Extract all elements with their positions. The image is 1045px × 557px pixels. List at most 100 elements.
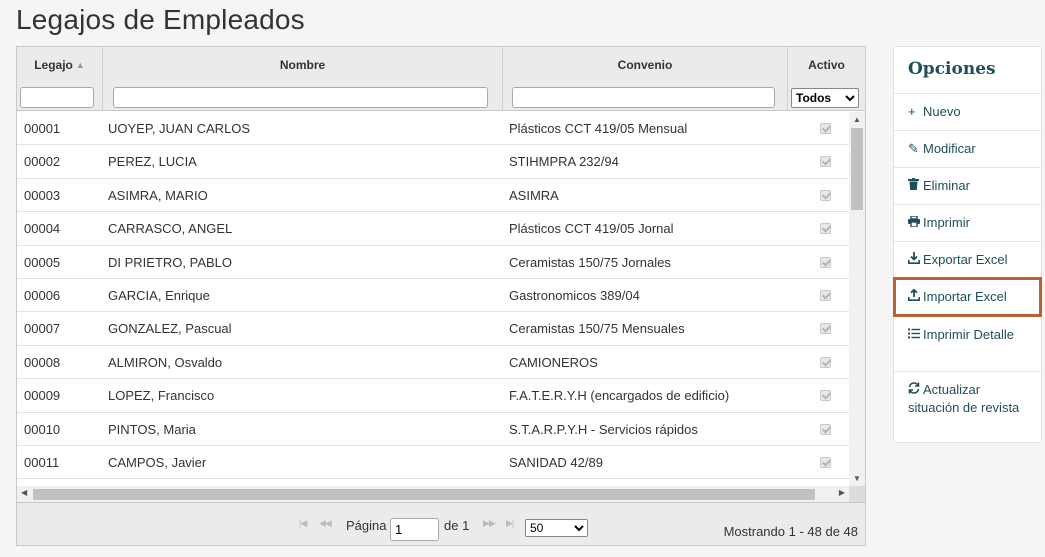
- nuevo-label: Nuevo: [923, 104, 961, 119]
- scrollbar-corner: [849, 486, 865, 502]
- table-row[interactable]: 00005 DI PRIETRO, PABLO Ceramistas 150/75 …: [17, 246, 849, 279]
- table-row[interactable]: 00004 CARRASCO, ANGEL Plásticos CCT 419/05…: [17, 212, 849, 246]
- column-activo-label: Activo: [808, 58, 845, 72]
- cell-nombre: ASIMRA, MARIO: [108, 187, 208, 203]
- activo-checkbox: [820, 290, 831, 301]
- cell-convenio: F.A.T.E.R.Y.H (encargados de edificio): [509, 388, 730, 404]
- cell-convenio: Ceramistas 150/75 Mensuales: [509, 321, 685, 337]
- actualizar-situacion-button[interactable]: Actualizar situación de revista: [894, 371, 1041, 442]
- cell-nombre: GARCIA, Enrique: [108, 288, 210, 303]
- filter-legajo-input[interactable]: [20, 87, 94, 108]
- activo-checkbox: [820, 189, 831, 201]
- eliminar-button[interactable]: Eliminar: [894, 167, 1041, 204]
- cell-nombre: PINTOS, Maria: [108, 421, 196, 437]
- table-row[interactable]: 00010 PINTOS, Maria S.T.A.R.P.Y.H - Servic…: [17, 413, 849, 446]
- activo-checkbox: [820, 156, 831, 168]
- cell-nombre: DI PRIETRO, PABLO: [108, 254, 233, 270]
- cell-convenio: Plásticos CCT 419/05 Jornal: [509, 221, 674, 237]
- cell-nombre: CAMPOS, Javier: [108, 455, 207, 470]
- cell-nombre: LOPEZ, Francisco: [108, 388, 215, 404]
- cell-nombre: UOYEP, JUAN CARLOS: [108, 121, 251, 136]
- imprimir-label: Imprimir: [923, 215, 970, 230]
- cell-convenio: CAMIONEROS: [509, 354, 598, 370]
- pencil-icon: ✎: [908, 141, 919, 156]
- vertical-scrollbar[interactable]: ▲︎ ▼︎: [849, 112, 865, 486]
- cell-convenio: Gastronomicos 389/04: [509, 288, 640, 303]
- importar-excel-label: Importar Excel: [923, 289, 1007, 304]
- cell-legajo: 00008: [24, 354, 61, 370]
- modificar-button[interactable]: ✎ Modificar: [894, 130, 1041, 167]
- page-of-label: de 1: [444, 518, 470, 533]
- table-row[interactable]: 00006 GARCIA, Enrique Gastronomicos 389/04: [17, 279, 849, 313]
- first-page-icon[interactable]: |◀︎: [299, 518, 307, 529]
- scroll-left-arrow-icon[interactable]: ◀︎: [21, 488, 27, 497]
- activo-checkbox: [820, 423, 831, 435]
- sort-icon[interactable]: ▲︎: [76, 60, 85, 70]
- grid-header: Legajo ▲︎ Nombre Convenio Activo Todos: [17, 47, 865, 111]
- vertical-scroll-thumb[interactable]: [851, 128, 863, 210]
- horizontal-scrollbar[interactable]: ◀︎ ▶︎: [17, 486, 849, 502]
- horizontal-scroll-thumb[interactable]: [33, 489, 815, 500]
- upload-icon: [908, 288, 923, 306]
- cell-nombre: GONZALEZ, Pascual: [108, 321, 232, 337]
- list-icon: [908, 326, 923, 344]
- grid-body: 00001 UOYEP, JUAN CARLOS Plásticos CCT 419…: [17, 112, 849, 486]
- filter-nombre-input[interactable]: [113, 87, 488, 108]
- column-legajo-label: Legajo: [34, 58, 73, 72]
- importar-excel-button[interactable]: Importar Excel: [893, 277, 1042, 317]
- cell-legajo: 00009: [24, 388, 61, 404]
- cell-legajo: 00003: [24, 187, 61, 203]
- records-summary: Mostrando 1 - 48 de 48: [723, 524, 858, 539]
- table-row[interactable]: 00007 GONZALEZ, Pascual Ceramistas 150/75 …: [17, 312, 849, 346]
- refresh-icon: [908, 381, 923, 399]
- table-row[interactable]: 00003 ASIMRA, MARIO ASIMRA: [17, 179, 849, 213]
- nuevo-button[interactable]: + Nuevo: [894, 93, 1041, 130]
- pager: |◀︎ ◀◀︎ Página de 1 ▶▶︎ ▶︎| 50 Mostrando…: [17, 502, 865, 545]
- cell-convenio: Ceramistas 150/75 Jornales: [509, 254, 671, 270]
- plus-icon: +: [908, 104, 916, 119]
- column-legajo[interactable]: Legajo ▲︎: [17, 47, 103, 111]
- activo-checkbox: [820, 356, 831, 368]
- cell-convenio: ASIMRA: [509, 187, 559, 203]
- employees-grid: Legajo ▲︎ Nombre Convenio Activo Todos 00…: [16, 46, 866, 546]
- filter-convenio-input[interactable]: [512, 87, 775, 108]
- table-row[interactable]: 00011 CAMPOS, Javier SANIDAD 42/89: [17, 446, 849, 480]
- options-title: Opciones: [908, 59, 996, 79]
- page-size-select[interactable]: 50: [525, 519, 588, 537]
- last-page-icon[interactable]: ▶︎|: [506, 518, 514, 529]
- column-activo[interactable]: Activo Todos: [788, 47, 865, 111]
- activo-checkbox: [820, 123, 831, 134]
- next-page-icon[interactable]: ▶▶︎: [483, 518, 496, 529]
- cell-nombre: ALMIRON, Osvaldo: [108, 354, 223, 370]
- column-convenio[interactable]: Convenio: [503, 47, 788, 111]
- imprimir-button[interactable]: Imprimir: [894, 204, 1041, 241]
- actualizar-situacion-label: Actualizar situación de revista: [908, 382, 1020, 415]
- exportar-excel-button[interactable]: Exportar Excel: [894, 241, 1041, 278]
- scroll-up-arrow-icon[interactable]: ▲︎: [849, 115, 865, 124]
- column-nombre[interactable]: Nombre: [103, 47, 503, 111]
- scroll-down-arrow-icon[interactable]: ▼︎: [849, 474, 865, 483]
- cell-legajo: 00002: [24, 154, 61, 170]
- table-row[interactable]: 00001 UOYEP, JUAN CARLOS Plásticos CCT 419…: [17, 112, 849, 146]
- modificar-label: Modificar: [923, 141, 976, 156]
- table-row[interactable]: 00009 LOPEZ, Francisco F.A.T.E.R.Y.H (enca…: [17, 379, 849, 413]
- page-number-input[interactable]: [390, 518, 439, 541]
- eliminar-label: Eliminar: [923, 178, 970, 193]
- scroll-right-arrow-icon[interactable]: ▶︎: [839, 488, 845, 497]
- cell-legajo: 00010: [24, 421, 61, 437]
- prev-page-icon[interactable]: ◀◀︎: [319, 518, 332, 529]
- column-convenio-label: Convenio: [617, 58, 673, 72]
- printer-icon: [908, 214, 923, 232]
- activo-checkbox: [820, 457, 831, 468]
- page-label: Página: [346, 518, 387, 533]
- imprimir-detalle-button[interactable]: Imprimir Detalle: [894, 316, 1041, 371]
- activo-checkbox: [820, 256, 831, 268]
- download-icon: [908, 251, 923, 269]
- cell-convenio: S.T.A.R.P.Y.H - Servicios rápidos: [509, 421, 698, 437]
- cell-convenio: Plásticos CCT 419/05 Mensual: [509, 121, 688, 136]
- cell-legajo: 00006: [24, 288, 61, 303]
- table-row[interactable]: 00008 ALMIRON, Osvaldo CAMIONEROS: [17, 346, 849, 380]
- table-row[interactable]: 00002 PEREZ, LUCIA STIHMPRA 232/94: [17, 145, 849, 179]
- activo-checkbox: [820, 390, 831, 402]
- filter-activo-select[interactable]: Todos: [791, 88, 859, 108]
